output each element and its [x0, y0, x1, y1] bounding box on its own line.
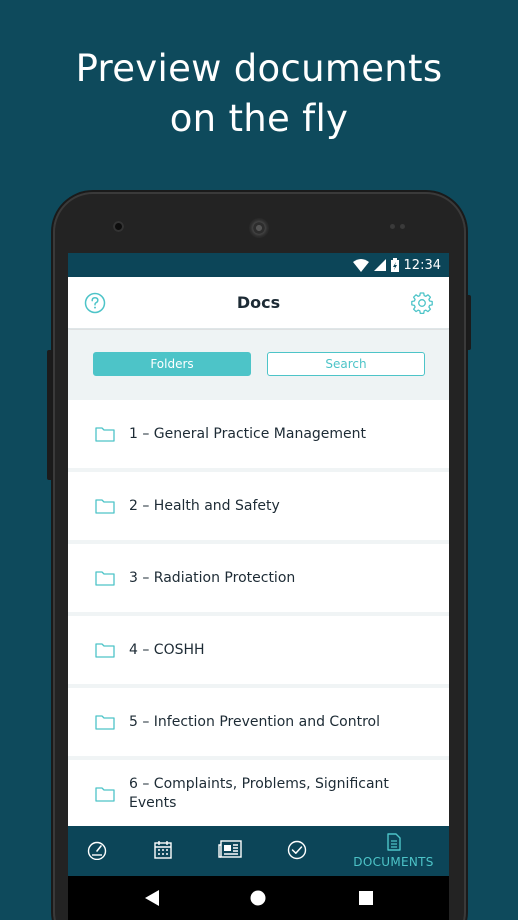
page-title: Docs — [236, 293, 281, 312]
app-header: Docs — [68, 277, 449, 329]
folder-icon — [95, 787, 115, 802]
calendar-icon — [154, 841, 172, 859]
tab-dashboard[interactable] — [68, 826, 126, 876]
tab-tasks[interactable] — [268, 826, 326, 876]
recents-square-icon — [359, 891, 373, 905]
folder-label: 5 – Infection Prevention and Control — [129, 713, 381, 730]
front-camera — [113, 221, 124, 232]
folder-label: 2 – Health and Safety — [129, 497, 280, 514]
tab-calendar[interactable] — [134, 826, 192, 876]
status-bar: 12:34 — [68, 253, 449, 277]
search-segment-button[interactable]: Search — [267, 352, 425, 376]
news-icon — [218, 840, 242, 858]
folder-icon — [95, 499, 115, 514]
folder-item-6[interactable]: 6 – Complaints, Problems, Significant Ev… — [68, 760, 449, 828]
folder-icon — [95, 715, 115, 730]
nav-back-button[interactable] — [122, 876, 182, 920]
document-icon — [386, 833, 401, 851]
headline: Preview documents on the fly — [0, 44, 518, 144]
folder-item-5[interactable]: 5 – Infection Prevention and Control — [68, 688, 449, 756]
wifi-icon — [352, 258, 369, 272]
tab-documents[interactable]: DOCUMENTS — [338, 826, 449, 876]
folder-icon — [95, 643, 115, 658]
folder-item-4[interactable]: 4 – COSHH — [68, 616, 449, 684]
android-nav-bar — [68, 876, 449, 920]
folder-label: 4 – COSHH — [129, 641, 205, 658]
back-triangle-icon — [145, 890, 159, 906]
folder-icon — [95, 427, 115, 442]
battery-charging-icon — [390, 258, 399, 272]
home-circle-icon — [250, 890, 266, 906]
folder-icon — [95, 571, 115, 586]
nav-home-button[interactable] — [228, 876, 288, 920]
folder-label: 6 – Complaints, Problems, Significant Ev… — [129, 776, 389, 811]
folder-item-3[interactable]: 3 – Radiation Protection — [68, 544, 449, 612]
tab-documents-label: DOCUMENTS — [353, 855, 434, 869]
folder-item-2[interactable]: 2 – Health and Safety — [68, 472, 449, 540]
dashboard-icon — [87, 841, 107, 860]
segment-control: Folders Search — [68, 330, 449, 400]
gear-icon[interactable] — [410, 291, 434, 315]
headline-line-2: on the fly — [169, 97, 349, 140]
nav-recents-button[interactable] — [336, 876, 396, 920]
earpiece-speaker — [249, 218, 269, 238]
headline-line-1: Preview documents — [75, 47, 443, 90]
check-circle-icon — [287, 840, 307, 860]
tab-news[interactable] — [201, 826, 259, 876]
folder-label: 1 – General Practice Management — [129, 425, 367, 442]
status-time: 12:34 — [403, 257, 441, 273]
folder-label: 3 – Radiation Protection — [129, 569, 296, 586]
folder-item-1[interactable]: 1 – General Practice Management — [68, 400, 449, 468]
light-sensor — [400, 224, 405, 229]
phone-screen: 12:34 Docs Folders Search 1 – General Pr… — [68, 253, 449, 920]
cell-signal-icon — [373, 259, 386, 271]
proximity-sensor — [390, 224, 395, 229]
bottom-tab-bar: DOCUMENTS — [68, 826, 449, 876]
folders-segment-button[interactable]: Folders — [93, 352, 251, 376]
